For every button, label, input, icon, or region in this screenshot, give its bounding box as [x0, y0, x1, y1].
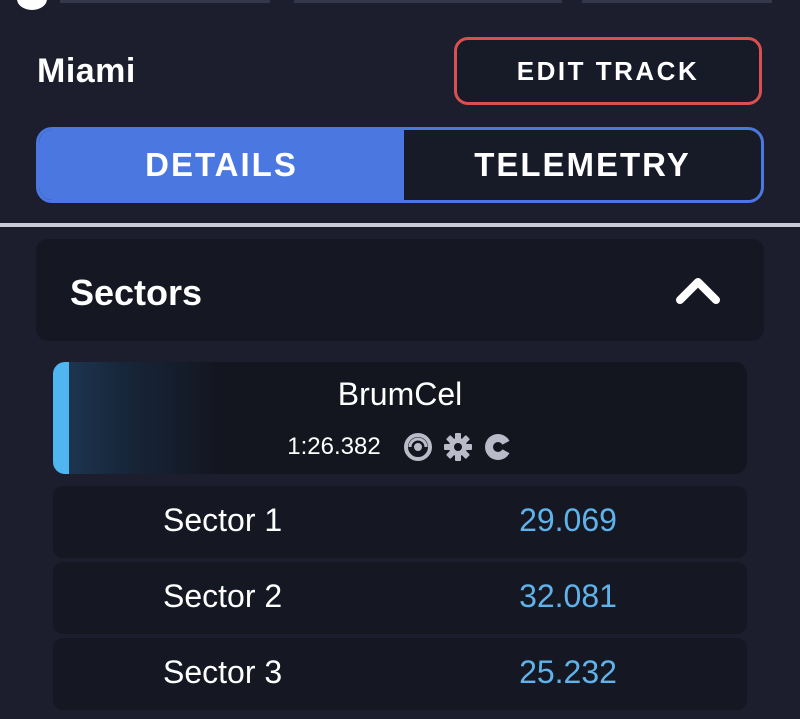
sector-time: 29.069 — [519, 502, 617, 538]
driver-name: BrumCel — [337, 376, 463, 412]
tyre-icon — [403, 433, 432, 461]
scroll-dot — [17, 0, 47, 10]
gear-icon — [443, 433, 472, 461]
sector-time: 25.232 — [519, 654, 617, 690]
sector-label: Sector 3 — [163, 654, 283, 690]
sector-row: Sector 2 32.081 — [53, 562, 747, 634]
lap-meta: 1:26.382 — [53, 432, 747, 462]
steering-assist-icon — [484, 434, 513, 460]
tab-telemetry[interactable]: TELEMETRY — [404, 130, 761, 200]
track-title: Miami — [37, 52, 136, 90]
sectors-title: Sectors — [70, 272, 203, 313]
sector-label: Sector 1 — [163, 502, 283, 538]
view-tabs: DETAILS TELEMETRY — [36, 127, 764, 203]
section-divider — [0, 223, 800, 227]
sector-label: Sector 2 — [163, 578, 283, 614]
sector-row: Sector 1 29.069 — [53, 486, 747, 558]
lap-card[interactable]: BrumCel 1:26.382 — [53, 362, 747, 474]
top-scroll-indicator — [0, 0, 800, 10]
tab-details[interactable]: DETAILS — [39, 130, 404, 200]
lap-time: 1:26.382 — [287, 433, 381, 460]
indicator-segment — [294, 0, 562, 3]
sectors-panel-header[interactable]: Sectors — [36, 239, 764, 341]
edit-track-button[interactable]: EDIT TRACK — [454, 37, 762, 105]
indicator-segment — [60, 0, 270, 3]
chevron-up-icon[interactable] — [674, 275, 722, 305]
indicator-segment — [582, 0, 772, 3]
sector-time: 32.081 — [519, 578, 617, 614]
sector-row: Sector 3 25.232 — [53, 638, 747, 710]
